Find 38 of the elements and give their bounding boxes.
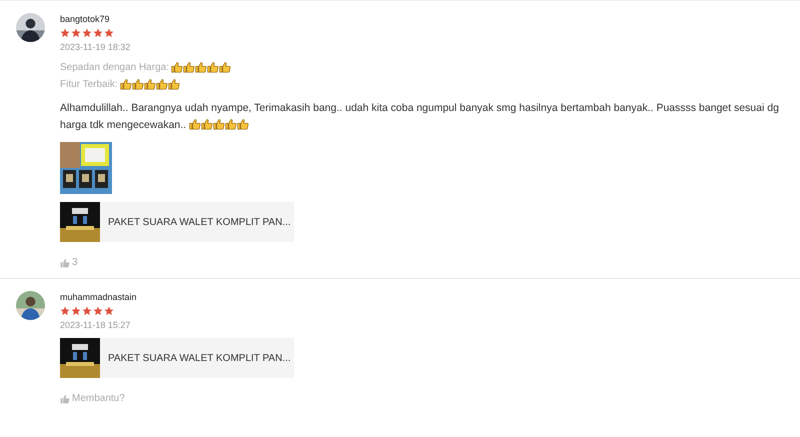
thumbs-up-icon <box>218 61 231 73</box>
thumbs-up-icon <box>182 61 195 73</box>
star-icon <box>60 306 70 316</box>
thumbs-up-icon <box>168 78 180 90</box>
thumbs-up-icon <box>132 78 144 90</box>
thumbs-up-icon <box>170 61 183 73</box>
star-icon <box>82 28 92 38</box>
thumbs-up-icon <box>213 118 225 130</box>
review-text: Alhamdulillah.. Barangnya udah nyampe, Terimakasih bang.. udah kita coba ngumpul banyak smg hasilnya bertambah banyak.. Puassss banget sesuai dg harga tdk mengecewakan.. <box>60 101 780 133</box>
star-icon <box>71 306 81 316</box>
attribute-label: Fitur Terbaik: <box>60 78 118 90</box>
star-icon <box>104 28 114 38</box>
username: muhammadnastain <box>60 291 137 303</box>
star-icon <box>104 306 114 316</box>
product-name: PAKET SUARA WALET KOMPLIT PAN... <box>107 216 291 228</box>
thumbs-up-icon <box>60 258 70 268</box>
thumbs-up-icon <box>60 394 70 404</box>
star-icon <box>93 306 103 316</box>
username: bangtotok79 <box>60 13 110 25</box>
star-icon <box>93 28 103 38</box>
thumbs-up-icon <box>120 78 132 90</box>
attribute-label: Sepadan dengan Harga: <box>60 62 169 72</box>
star-icon <box>60 28 70 38</box>
star-icon <box>82 306 92 316</box>
product-card[interactable]: PAKET SUARA WALET KOMPLIT PAN... <box>60 202 294 242</box>
review-date: 2023-11-18 15:27 <box>60 320 130 330</box>
thumbs-up-icon <box>194 61 207 73</box>
star-icon <box>71 28 81 38</box>
thumbs-up-icon <box>189 118 201 130</box>
thumbs-up-icon <box>144 78 156 90</box>
thumbs-up-icon <box>237 118 249 130</box>
product-card[interactable]: PAKET SUARA WALET KOMPLIT PAN... <box>60 338 294 378</box>
thumbs-up-icon <box>225 118 237 130</box>
thumbs-up-icon <box>206 61 219 73</box>
thumbs-up-icon <box>156 78 168 90</box>
review-date: 2023-11-19 18:32 <box>60 42 130 52</box>
thumbs-up-icon <box>201 118 213 130</box>
product-name: PAKET SUARA WALET KOMPLIT PAN... <box>107 352 291 364</box>
